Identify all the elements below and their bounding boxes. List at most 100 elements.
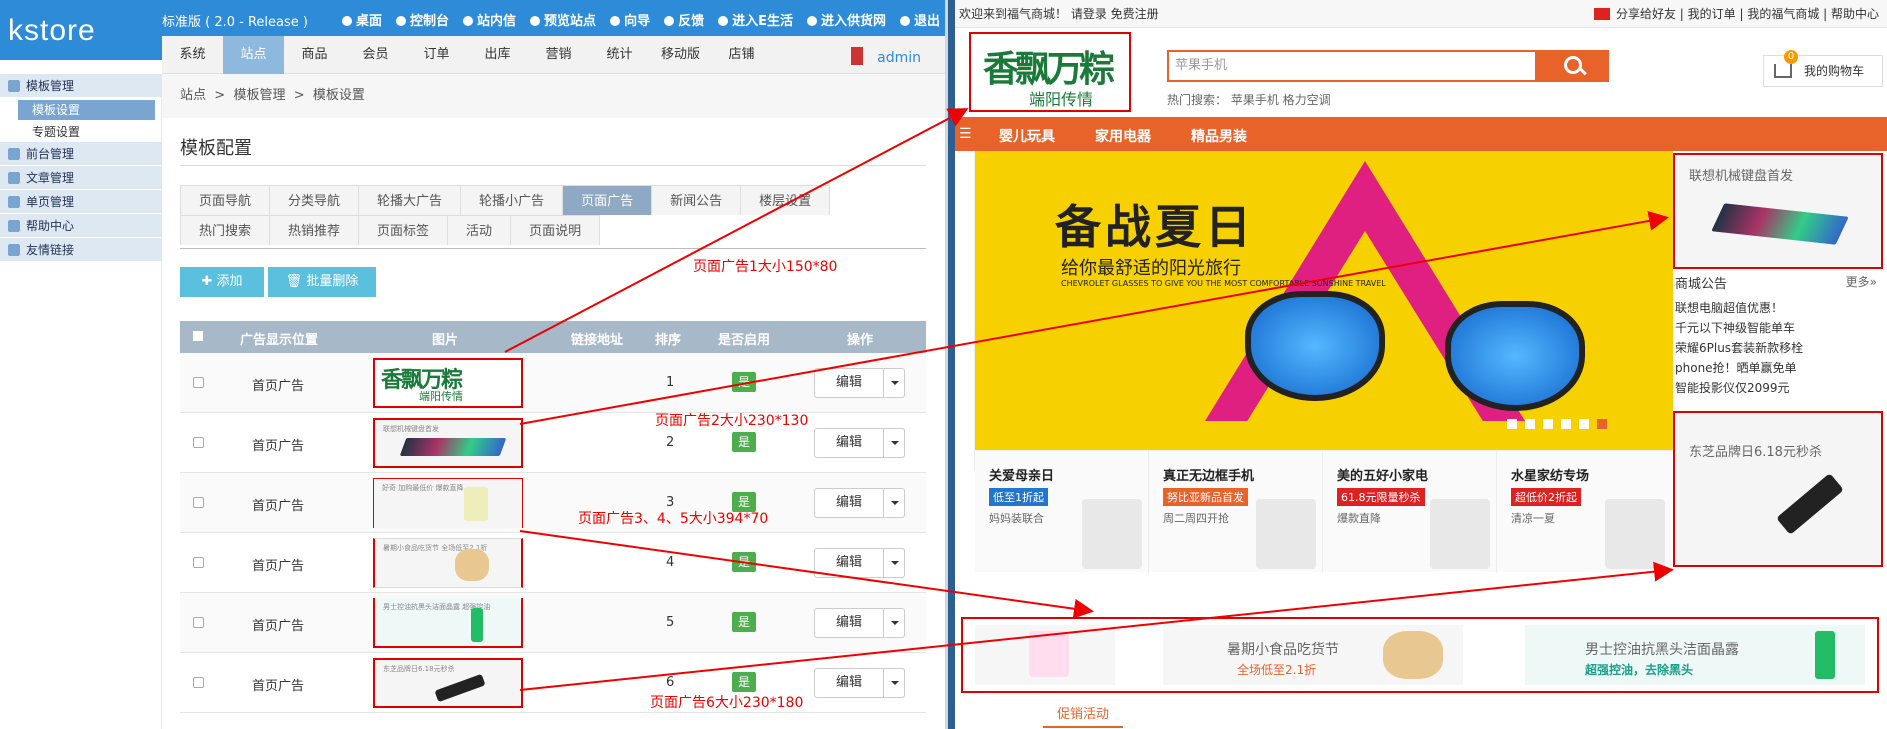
edit-button[interactable]: 编辑 xyxy=(814,668,884,698)
edit-dropdown-caret-icon[interactable] xyxy=(883,428,905,458)
nav-tab-members[interactable]: 会员 xyxy=(345,36,406,74)
top-link-preview[interactable]: 预览站点 xyxy=(530,10,596,29)
store-logo-ad[interactable]: 香飘万粽 端阳传情 xyxy=(969,32,1131,112)
sub-tab-floors[interactable]: 楼层设置 xyxy=(740,185,831,215)
select-all-checkbox[interactable] xyxy=(193,331,203,341)
row-checkbox[interactable] xyxy=(193,497,204,508)
promo-cell[interactable]: 水星家纺专场 超低价2折起 清凉一夏 xyxy=(1497,451,1671,573)
edit-button[interactable]: 编辑 xyxy=(814,608,884,638)
notice-item[interactable]: 千元以下神级智能单车 xyxy=(1673,318,1885,338)
notice-item[interactable]: 智能投影仪仅2099元 xyxy=(1673,378,1885,398)
nav-tab-goods[interactable]: 商品 xyxy=(284,36,345,74)
sub-tab-page-tags[interactable]: 页面标签 xyxy=(358,215,449,245)
nav-tab-stats[interactable]: 统计 xyxy=(589,36,650,74)
sub-tab-category-nav[interactable]: 分类导航 xyxy=(269,185,360,215)
search-input[interactable]: 苹果手机 xyxy=(1167,50,1537,82)
sidebar-item-topic-settings[interactable]: 专题设置 xyxy=(0,122,161,142)
side-ad-usb[interactable]: 东芝品牌日6.18元秒杀 xyxy=(1673,411,1883,567)
sidebar-group-pages[interactable]: 单页管理 xyxy=(0,190,161,214)
kstore-logo: kstore xyxy=(0,0,162,60)
nav-tab-site[interactable]: 站点 xyxy=(223,36,284,74)
menu-item-appliances[interactable]: 家用电器 xyxy=(1095,126,1151,146)
menu-icon[interactable]: ☰ xyxy=(959,126,972,142)
top-link-supply[interactable]: 进入供货网 xyxy=(806,10,886,29)
sidebar-group-links[interactable]: 友情链接 xyxy=(0,238,161,262)
sub-tab-page-desc[interactable]: 页面说明 xyxy=(510,215,601,245)
hero-banner[interactable]: 备战夏日 给你最舒适的阳光旅行 CHEVROLET GLASSES TO GIV… xyxy=(975,151,1673,450)
row-checkbox[interactable] xyxy=(193,377,204,388)
promo-cell[interactable]: 真正无边框手机 努比亚新品首发 周二周四开抢 xyxy=(1149,451,1323,573)
sidebar-group-frontend[interactable]: 前台管理 xyxy=(0,142,161,166)
edit-dropdown-caret-icon[interactable] xyxy=(883,488,905,518)
promo-activity-tab[interactable]: 促销活动 xyxy=(1043,703,1123,728)
top-link-desktop[interactable]: 桌面 xyxy=(342,10,382,29)
row-checkbox[interactable] xyxy=(193,617,204,628)
sub-tab-news[interactable]: 新闻公告 xyxy=(651,185,742,215)
top-link-feedback[interactable]: 反馈 xyxy=(664,10,704,29)
sub-tab-page-ads[interactable]: 页面广告 xyxy=(562,185,653,215)
sidebar-group-template[interactable]: 模板管理 xyxy=(0,74,161,98)
edit-button[interactable]: 编辑 xyxy=(814,488,884,518)
user-menu[interactable]: admin xyxy=(851,47,921,66)
breadcrumb-template-mgmt[interactable]: 模板管理 xyxy=(233,88,285,103)
sub-tab-activity[interactable]: 活动 xyxy=(447,215,512,245)
sub-tab-page-nav[interactable]: 页面导航 xyxy=(180,185,271,215)
edit-button[interactable]: 编辑 xyxy=(814,428,884,458)
carousel-dot[interactable] xyxy=(1543,419,1553,429)
edit-dropdown-caret-icon[interactable] xyxy=(883,608,905,638)
nav-tab-outbound[interactable]: 出库 xyxy=(467,36,528,74)
search-button[interactable] xyxy=(1537,50,1609,82)
menu-item-baby-toys[interactable]: 婴儿玩具 xyxy=(999,126,1055,146)
promo-cell[interactable]: 关爱母亲日 低至1折起 妈妈装联合 xyxy=(975,451,1149,573)
batch-delete-button[interactable]: 🗑 批量删除 xyxy=(268,267,376,297)
top-link-wizard[interactable]: 向导 xyxy=(610,10,650,29)
edit-dropdown-caret-icon[interactable] xyxy=(883,668,905,698)
carousel-dot[interactable] xyxy=(1507,419,1517,429)
strip-ad-snacks[interactable]: 暑期小食品吃货节 全场低至2.1折 xyxy=(1163,625,1463,685)
carousel-dot[interactable] xyxy=(1525,419,1535,429)
sub-tab-big-carousel[interactable]: 轮播大广告 xyxy=(358,185,462,215)
notice-item[interactable]: phone抢！晒单赢免单 xyxy=(1673,358,1885,378)
menu-item-menswear[interactable]: 精品男装 xyxy=(1191,126,1247,146)
sub-tab-hot-sales[interactable]: 热销推荐 xyxy=(269,215,360,245)
top-link-messages[interactable]: 站内信 xyxy=(463,10,516,29)
nav-tab-orders[interactable]: 订单 xyxy=(406,36,467,74)
notice-item[interactable]: 联想电脑超值优惠！ xyxy=(1673,298,1885,318)
sidebar-group-articles[interactable]: 文章管理 xyxy=(0,166,161,190)
row-checkbox[interactable] xyxy=(193,677,204,688)
welcome-links[interactable]: 欢迎来到福气商城！ 请登录 免费注册 xyxy=(959,0,1159,28)
edit-button[interactable]: 编辑 xyxy=(814,548,884,578)
edit-button[interactable]: 编辑 xyxy=(814,368,884,398)
notice-more-link[interactable]: 更多» xyxy=(1846,273,1877,290)
sub-tab-small-carousel[interactable]: 轮播小广告 xyxy=(460,185,564,215)
top-link-console[interactable]: 控制台 xyxy=(396,10,449,29)
cart-button[interactable]: 0 我的购物车 xyxy=(1763,50,1883,87)
strip-ad-baby[interactable] xyxy=(975,625,1115,685)
notice-item[interactable]: 荣耀6Plus套装新款移栓 xyxy=(1673,338,1885,358)
store-preview: 欢迎来到福气商城！ 请登录 免费注册 分享给好友 | 我的订单 | 我的福气商城… xyxy=(955,0,1887,729)
promo-cell[interactable]: 美的五好小家电 61.8元限量秒杀 爆款直降 xyxy=(1323,451,1497,573)
nav-tab-system[interactable]: 系统 xyxy=(162,36,223,74)
nav-tab-marketing[interactable]: 营销 xyxy=(528,36,589,74)
strip-ad-facewash[interactable]: 男士控油抗黑头洁面晶露 超强控油，去除黑头 xyxy=(1525,625,1865,685)
top-link-logout[interactable]: 退出 xyxy=(900,10,940,29)
category-rail[interactable] xyxy=(955,151,975,471)
side-ad-keyboard[interactable]: 联想机械键盘首发 xyxy=(1673,153,1883,269)
top-link-elife[interactable]: 进入E生活 xyxy=(718,10,793,29)
carousel-dot[interactable] xyxy=(1597,419,1607,429)
carousel-dot[interactable] xyxy=(1561,419,1571,429)
account-links[interactable]: 分享给好友 | 我的订单 | 我的福气商城 | 帮助中心 xyxy=(1593,0,1879,28)
carousel-dot[interactable] xyxy=(1579,419,1589,429)
row-checkbox[interactable] xyxy=(193,437,204,448)
add-button[interactable]: ✚ 添加 xyxy=(180,267,264,297)
sub-tab-hot-search[interactable]: 热门搜索 xyxy=(180,215,271,245)
row-checkbox[interactable] xyxy=(193,557,204,568)
breadcrumb-site[interactable]: 站点 xyxy=(180,88,206,103)
hot-search[interactable]: 热门搜索： 苹果手机 格力空调 xyxy=(1167,91,1331,108)
sidebar-item-template-settings[interactable]: 模板设置 xyxy=(18,100,155,120)
sidebar-group-help[interactable]: 帮助中心 xyxy=(0,214,161,238)
edit-dropdown-caret-icon[interactable] xyxy=(883,548,905,578)
nav-tab-mobile[interactable]: 移动版 xyxy=(650,36,711,74)
nav-tab-shops[interactable]: 店铺 xyxy=(711,36,772,74)
edit-dropdown-caret-icon[interactable] xyxy=(883,368,905,398)
